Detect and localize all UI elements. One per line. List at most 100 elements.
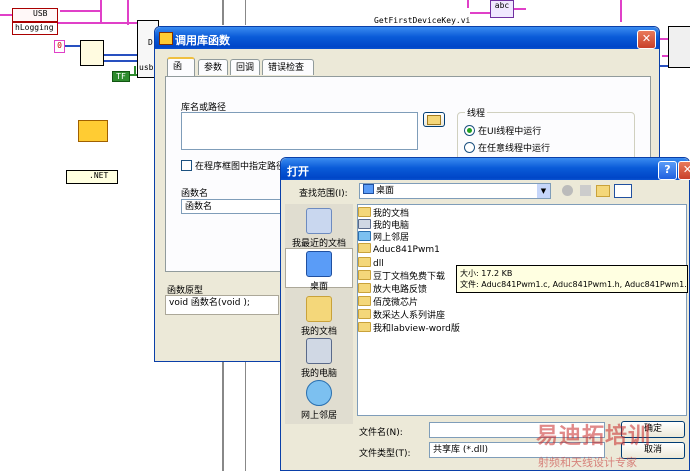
usb-node-label: USB <box>33 9 48 18</box>
place-my-documents[interactable]: 我的文档 <box>285 296 353 337</box>
vi-label: GetFirstDeviceKey.vi <box>374 16 471 25</box>
chevron-down-icon[interactable]: ▼ <box>537 184 550 198</box>
lookin-value: 桌面 <box>376 186 395 196</box>
filename-input[interactable] <box>429 422 605 438</box>
const-zero-label: 0 <box>57 41 62 50</box>
tooltip-files: 文件: Aduc841Pwm1.c, Aduc841Pwm1.h, Aduc84… <box>460 280 688 289</box>
clf-title-bar[interactable]: 调用库函数 ✕ <box>155 27 659 49</box>
file-list[interactable]: 我的文档 我的电脑 网上邻居 Aduc841Pwm1 dll 豆丁文档免费下载 … <box>357 204 688 416</box>
specify-path-label: 在程序框图中指定路径 <box>195 162 286 172</box>
folder-icon <box>358 309 371 319</box>
lookin-label: 查找范围(I): <box>299 189 348 199</box>
tab-parameters[interactable]: 参数 <box>198 59 228 75</box>
config-node[interactable] <box>80 40 104 66</box>
const-zero-node[interactable]: 0 <box>54 40 65 53</box>
cancel-button[interactable]: 取消 <box>621 442 685 459</box>
logging-node[interactable]: hLogging <box>12 22 58 35</box>
tab-error-checking[interactable]: 错误检查 <box>262 59 314 75</box>
list-item[interactable]: 我的电脑 <box>358 219 409 231</box>
open-close-button[interactable]: ✕ <box>678 161 690 180</box>
list-item[interactable]: 我的文档 <box>358 207 409 219</box>
logging-node-label: hLogging <box>15 23 54 32</box>
list-item[interactable]: Aduc841Pwm1 <box>358 243 440 255</box>
list-item[interactable]: 网上邻居 <box>358 231 409 243</box>
ok-button[interactable]: 确定 <box>621 421 685 438</box>
list-item[interactable]: 数采达人系列讲座 <box>358 309 445 321</box>
file-name: 佰茂微芯片 <box>373 298 419 308</box>
browse-folder-button[interactable] <box>423 112 445 127</box>
computer-icon <box>358 219 371 229</box>
specify-path-checkbox[interactable]: 在程序框图中指定路径 <box>181 159 285 172</box>
lookin-combo[interactable]: 桌面 ▼ <box>359 183 551 199</box>
filename-label: 文件名(N): <box>359 428 403 438</box>
list-item[interactable]: 佰茂微芯片 <box>358 296 418 308</box>
place-desktop-label: 桌面 <box>309 282 328 292</box>
list-item[interactable]: 我和labview-word版 <box>358 322 460 334</box>
list-item[interactable]: 豆丁文档免费下载 <box>358 270 445 282</box>
places-bar: 我最近的文档 桌面 我的文档 我的电脑 网上邻居 <box>285 204 353 424</box>
d-label: D <box>148 38 153 47</box>
tf-constant[interactable]: TF <box>112 71 130 82</box>
clf-title: 调用库函数 <box>175 34 230 47</box>
usb-node[interactable]: USB <box>12 8 58 22</box>
recent-docs-icon <box>306 208 332 234</box>
dotnet-node[interactable]: .NET <box>66 170 118 184</box>
back-icon[interactable] <box>562 185 573 196</box>
place-my-documents-label: 我的文档 <box>300 327 337 337</box>
file-name: 豆丁文档免费下载 <box>373 272 446 282</box>
file-name: dll <box>373 259 384 269</box>
place-recent[interactable]: 我最近的文档 <box>285 208 353 249</box>
abc-label: abc <box>494 1 510 10</box>
func-name-label: 函数名 <box>181 189 209 199</box>
place-my-computer-label: 我的电脑 <box>300 369 337 379</box>
list-item[interactable]: dll <box>358 257 384 269</box>
file-tooltip: 大小: 17.2 KB 文件: Aduc841Pwm1.c, Aduc841Pw… <box>456 265 688 293</box>
clf-close-button[interactable]: ✕ <box>637 30 656 49</box>
view-menu-icon[interactable] <box>614 184 632 198</box>
radio-any-thread[interactable]: 在任意线程中运行 <box>464 141 550 154</box>
func-name-combo[interactable]: 函数名 <box>181 199 281 214</box>
help-button[interactable]: ? <box>658 161 677 180</box>
dotnet-property-node[interactable] <box>78 120 108 142</box>
tab-function[interactable]: 函数 <box>167 57 195 88</box>
place-network[interactable]: 网上邻居 <box>285 380 353 421</box>
my-documents-icon <box>306 296 332 322</box>
file-name: 我的文档 <box>373 209 410 219</box>
file-name: 我和labview-word版 <box>373 324 460 334</box>
prototype-display: void 函数名(void ); <box>165 295 279 315</box>
abc-node[interactable]: abc <box>490 0 514 18</box>
open-title: 打开 <box>287 165 309 178</box>
folder-icon <box>358 207 371 217</box>
clf-tab-strip: 函数 参数 回调 错误检查 <box>165 57 645 88</box>
desktop-small-icon <box>363 184 374 194</box>
folder-icon <box>358 322 371 332</box>
network-icon <box>358 231 371 241</box>
place-network-label: 网上邻居 <box>300 411 337 421</box>
tooltip-size: 大小: 17.2 KB <box>460 269 513 278</box>
folder-icon <box>358 243 371 253</box>
up-folder-icon[interactable] <box>580 185 591 196</box>
list-item[interactable]: 放大电路反馈 <box>358 283 427 295</box>
filetype-value: 共享库 (*.dll) <box>433 445 488 455</box>
tf-label: TF <box>116 72 126 81</box>
new-folder-icon[interactable] <box>596 185 610 197</box>
dotnet-label: .NET <box>89 171 109 180</box>
radio-ui-thread-label: 在UI线程中运行 <box>478 127 542 137</box>
path-input[interactable] <box>181 112 418 150</box>
desktop-icon <box>306 251 332 277</box>
open-title-bar[interactable]: 打开 ? ✕ <box>281 158 690 180</box>
folder-icon <box>358 270 371 280</box>
place-desktop[interactable]: 桌面 <box>285 248 353 292</box>
tab-callbacks[interactable]: 回调 <box>230 59 260 75</box>
right-edge-node[interactable] <box>668 26 690 68</box>
place-my-computer[interactable]: 我的电脑 <box>285 338 353 379</box>
subvi-usb-label: usb <box>139 63 154 72</box>
radio-any-thread-label: 在任意线程中运行 <box>478 144 551 154</box>
my-computer-icon <box>306 338 332 364</box>
folder-icon <box>358 296 371 306</box>
radio-ui-thread[interactable]: 在UI线程中运行 <box>464 124 541 137</box>
filetype-combo[interactable]: 共享库 (*.dll) <box>429 442 605 458</box>
folder-open-icon <box>427 115 441 125</box>
file-name: 网上邻居 <box>373 233 410 243</box>
file-name: 我的电脑 <box>373 221 410 231</box>
